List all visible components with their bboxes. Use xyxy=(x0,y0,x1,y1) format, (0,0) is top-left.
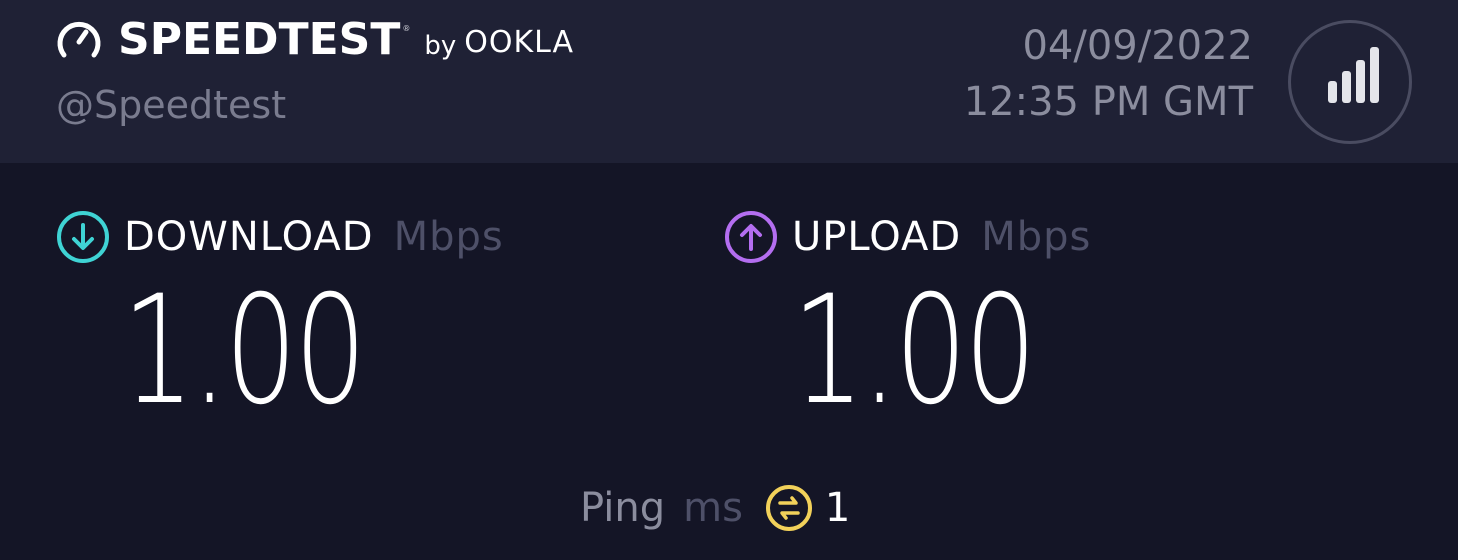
download-header: DOWNLOAD Mbps xyxy=(56,211,504,263)
test-time: 12:35 PM GMT xyxy=(963,79,1253,125)
arrow-down-circle-icon xyxy=(57,211,109,263)
brand-company: OOKLA xyxy=(464,25,575,60)
brand-by: by xyxy=(424,31,457,61)
upload-value: 1.00 xyxy=(792,264,1037,438)
download-unit: Mbps xyxy=(393,214,504,260)
arrow-up-circle-icon xyxy=(725,211,777,263)
brand-logo: SPEEDTEST ® by OOKLA xyxy=(56,12,574,68)
speedometer-icon xyxy=(57,21,101,58)
ping-value: 1 xyxy=(824,485,851,531)
ping-circle-icon xyxy=(765,485,812,531)
brand-name: SPEEDTEST xyxy=(118,14,401,65)
social-handle: @Speedtest xyxy=(56,83,287,127)
header: SPEEDTEST ® by OOKLA @Speedtest 04/09/20… xyxy=(0,0,1458,163)
trademark-mark: ® xyxy=(402,24,411,33)
test-datetime: 04/09/2022 12:35 PM GMT xyxy=(964,18,1253,130)
download-value: 1.00 xyxy=(122,264,367,438)
signal-button[interactable] xyxy=(1288,20,1412,144)
ping-label: Ping xyxy=(580,485,666,531)
upload-header: UPLOAD Mbps xyxy=(724,211,1092,263)
test-date: 04/09/2022 xyxy=(1022,23,1253,69)
upload-unit: Mbps xyxy=(981,214,1092,260)
ping-unit: ms xyxy=(683,485,743,531)
signal-bars-icon xyxy=(1328,47,1379,103)
ping-row: Ping ms 1 xyxy=(580,480,850,536)
upload-label: UPLOAD xyxy=(792,214,962,260)
download-label: DOWNLOAD xyxy=(124,214,374,260)
